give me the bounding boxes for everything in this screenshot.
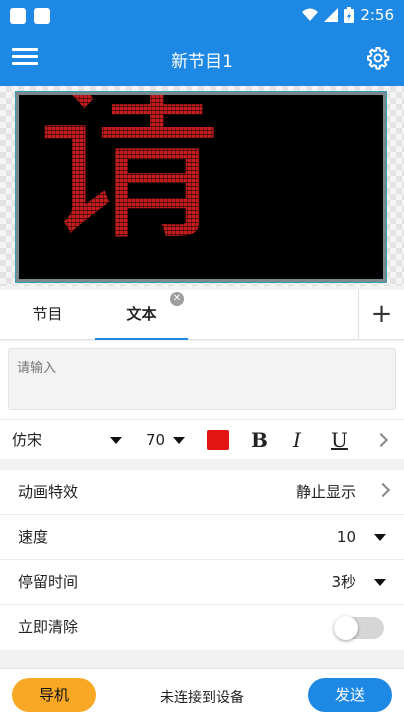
font-select[interactable]: 仿宋	[12, 420, 132, 460]
speed-label: 速度	[18, 528, 49, 546]
font-toolbar: 仿宋 70 B I U	[0, 419, 404, 459]
font-name: 仿宋	[12, 431, 43, 449]
text-input-section	[0, 341, 404, 419]
add-tab-button[interactable]: +	[358, 290, 404, 340]
clear-now-toggle[interactable]	[334, 616, 384, 640]
tab-program[interactable]: 节目	[0, 290, 95, 340]
underline-button[interactable]: U	[331, 420, 348, 460]
animation-label: 动画特效	[18, 483, 79, 501]
dropdown-icon	[374, 579, 386, 586]
speed-row[interactable]: 速度 10	[0, 515, 404, 560]
bold-button[interactable]: B	[251, 420, 268, 460]
clear-now-row: 立即清除	[0, 605, 404, 650]
animation-value: 静止显示	[295, 483, 356, 501]
dropdown-icon	[110, 437, 122, 444]
stay-time-label: 停留时间	[18, 573, 79, 591]
battery-icon	[344, 7, 355, 23]
settings-list: 动画特效 静止显示 速度 10 停留时间 3秒 立即清除	[0, 470, 404, 650]
chevron-right-icon	[375, 482, 391, 498]
chevron-right-icon[interactable]	[373, 432, 389, 448]
italic-button[interactable]: I	[293, 420, 301, 460]
tab-bar: 节目 文本 ✕ +	[0, 290, 404, 340]
toggle-knob	[334, 616, 358, 640]
text-input[interactable]	[8, 348, 396, 410]
dropdown-icon	[374, 534, 386, 541]
stay-time-value: 3秒	[331, 573, 356, 591]
led-preview-area: 请	[0, 86, 404, 286]
send-button[interactable]: 发送	[308, 678, 392, 712]
tab-label: 节目	[32, 305, 63, 323]
stay-time-row[interactable]: 停留时间 3秒	[0, 560, 404, 605]
text-color-swatch[interactable]	[207, 430, 229, 450]
bottom-bar: 导机 未连接到设备 发送	[0, 668, 404, 720]
page-title: 新节目1	[171, 52, 233, 72]
tab-label: 文本	[126, 305, 157, 323]
signal-icon	[324, 8, 339, 22]
app-bar: 新节目1	[0, 32, 404, 86]
font-size: 70	[146, 431, 166, 449]
led-dot-grid	[19, 95, 383, 279]
animation-row[interactable]: 动画特效 静止显示	[0, 470, 404, 515]
dropdown-icon	[173, 437, 185, 444]
notification-icon	[34, 8, 50, 24]
wifi-icon	[302, 8, 319, 21]
font-size-select[interactable]: 70	[146, 420, 192, 460]
led-screen[interactable]: 请	[16, 92, 386, 282]
gear-icon[interactable]	[366, 46, 390, 70]
tab-text[interactable]: 文本 ✕	[95, 290, 188, 340]
clock: 2:56	[360, 6, 394, 24]
speed-value: 10	[336, 528, 356, 546]
close-icon[interactable]: ✕	[170, 292, 184, 306]
status-bar: 2:56	[0, 0, 404, 32]
clear-now-label: 立即清除	[18, 618, 79, 636]
notification-icon	[10, 8, 26, 24]
